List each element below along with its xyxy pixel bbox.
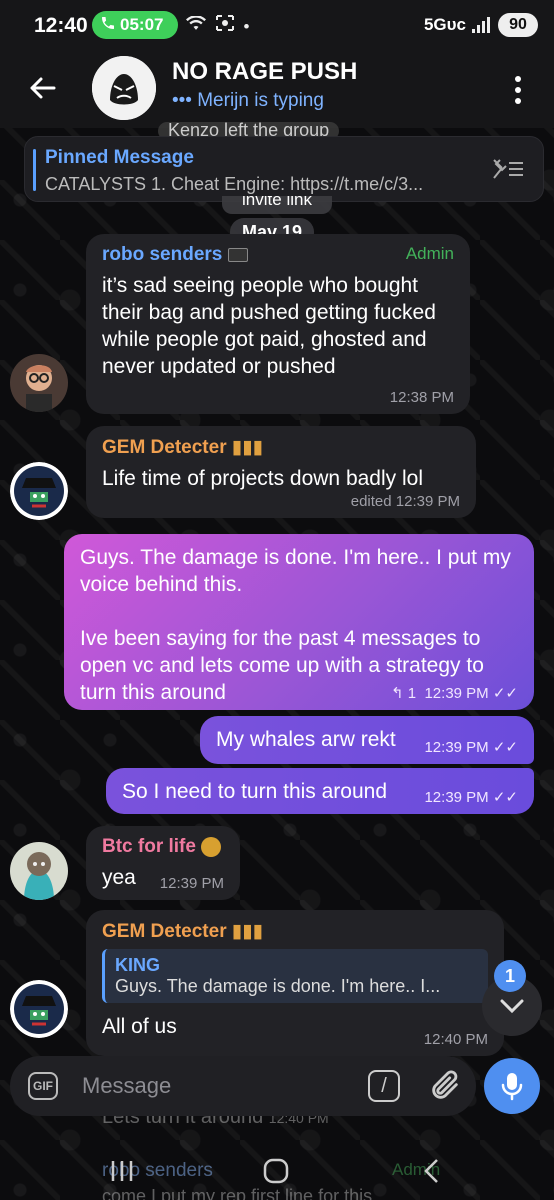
message-meta: ↰ 1 12:39 PM ✓✓ [391,684,518,702]
attach-button[interactable] [428,1068,462,1104]
double-check-icon: ✓✓ [492,739,518,756]
reply-sender: KING [115,955,160,975]
message-text: Life time of projects down badly lol [102,467,423,490]
signal-icon [472,17,490,33]
message-text: it’s sad seeing people who bought their … [102,274,436,378]
slash-icon: / [381,1074,387,1097]
message-composer: GIF / [10,1056,476,1116]
recents-icon [111,1161,133,1181]
message-bubble-incoming[interactable]: Btc for life yea 12:39 PM [86,826,240,900]
phone-icon [100,15,116,36]
avatar-gem-detecter[interactable] [10,462,68,520]
chevron-left-icon [424,1159,438,1183]
message-time: edited 12:39 PM [350,493,460,510]
pinned-text: CATALYSTS 1. Cheat Engine: https://t.me/… [45,174,424,194]
dot-icon [515,98,521,104]
message-sender: GEM Detecter ▮▮▮ [102,921,264,942]
group-title[interactable]: NO RAGE PUSH [172,58,357,86]
battery-level: 90 [509,16,527,33]
home-icon [263,1158,289,1184]
system-nav-bar [0,1140,554,1200]
status-bar: 12:40 05:07 • 5Gᴜᴄ 90 [0,0,554,52]
typing-indicator: ••• Merijn is typing [172,90,324,111]
arrow-left-icon [30,77,56,99]
paperclip-icon [432,1070,458,1099]
bot-command-button[interactable]: / [368,1070,400,1102]
microphone-icon [501,1073,523,1101]
message-bubble-outgoing[interactable]: So I need to turn this around 12:39 PM ✓… [106,768,534,814]
network-label: 5Gᴜᴄ [423,15,466,34]
screen-record-icon [215,15,234,31]
message-bubble-incoming[interactable]: GEM Detecter ▮▮▮ Life time of projects d… [86,426,476,518]
avatar-gem-detecter[interactable] [10,980,68,1038]
message-time: 12:39 PM [424,685,489,702]
chat-header: NO RAGE PUSH ••• Merijn is typing [0,52,554,128]
message-bubble-incoming[interactable]: robo senders Admin it’s sad seeing peopl… [86,234,470,414]
reply-count: 1 [407,685,417,702]
gif-button[interactable]: GIF [28,1072,58,1100]
message-text: Guys. The damage is done. I'm here.. I p… [80,546,511,704]
battery-icon: 90 [498,13,538,37]
double-check-icon: ✓✓ [492,789,518,806]
message-bubble-incoming[interactable]: GEM Detecter ▮▮▮ KING Guys. The damage i… [86,910,504,1056]
message-time: 12:39 PM [159,875,224,892]
message-time: 12:40 PM [423,1031,488,1048]
reply-quote[interactable]: KING Guys. The damage is done. I'm here.… [102,949,488,1003]
pinned-indicator [33,149,36,191]
message-time: 12:39 PM [424,789,489,806]
message-time: 12:39 PM [424,739,489,756]
group-avatar[interactable] [92,56,156,120]
candle-chart-icon: ▮▮▮ [231,921,264,942]
message-meta: 12:39 PM ✓✓ [424,788,518,806]
message-sender: robo senders [102,244,454,266]
dot-icon: • [243,17,254,36]
message-bubble-outgoing[interactable]: Guys. The damage is done. I'm here.. I p… [64,534,534,710]
reply-text: Guys. The damage is done. I'm here.. I..… [115,976,441,996]
admin-badge: Admin [405,244,454,263]
message-time: 12:38 PM [389,389,454,406]
pinned-message-bar[interactable]: Pinned Message CATALYSTS 1. Cheat Engine… [24,136,544,202]
status-icons: • [186,14,253,37]
message-meta: 12:39 PM ✓✓ [424,738,518,756]
chevron-down-icon [500,999,524,1014]
computer-emoji-icon [227,247,248,262]
pin-list-icon[interactable] [491,157,525,186]
unread-count-badge: 1 [494,960,526,992]
dot-icon [515,87,521,93]
avatar-btc-for-life[interactable] [10,842,68,900]
home-button[interactable] [256,1154,296,1188]
message-bubble-outgoing[interactable]: My whales arw rekt 12:39 PM ✓✓ [200,716,534,764]
ongoing-call-pill[interactable]: 05:07 [92,11,178,39]
status-time: 12:40 [34,14,88,37]
double-check-icon: ✓✓ [492,685,518,702]
reply-arrow-icon: ↰ [391,685,404,702]
wifi-icon [186,15,206,30]
system-back-button[interactable] [412,1154,452,1188]
back-button[interactable] [22,68,62,108]
avatar-robo-senders[interactable] [10,354,68,412]
service-invite-link: invite link [222,196,332,214]
message-sender: GEM Detecter ▮▮▮ [102,437,264,458]
status-right: 5Gᴜᴄ 90 [424,13,538,37]
coin-icon [201,836,222,857]
call-timer: 05:07 [120,15,164,34]
message-input[interactable] [82,1068,352,1104]
message-sender: Btc for life [102,836,224,858]
voice-record-button[interactable] [484,1058,540,1114]
recent-apps-button[interactable] [102,1154,142,1188]
pinned-title: Pinned Message [45,147,194,168]
candle-chart-icon: ▮▮▮ [231,437,264,458]
dot-icon [515,76,521,82]
more-menu-button[interactable] [502,70,534,110]
